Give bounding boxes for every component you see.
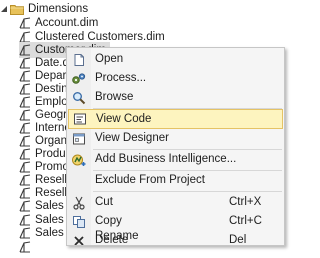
menu-item-label: Open xyxy=(95,53,124,65)
menu-item-label: View Code xyxy=(96,113,152,125)
process-icon xyxy=(68,69,90,88)
dimension-icon xyxy=(19,241,31,253)
menu-item-shortcut: Ctrl+X xyxy=(229,196,262,208)
menu-item-browse[interactable]: Browse xyxy=(68,88,283,107)
dimension-icon xyxy=(19,200,31,212)
menu-item-view-designer[interactable]: View Designer xyxy=(68,129,283,148)
menu-item-exclude-from-project[interactable]: Exclude From Project xyxy=(68,171,283,190)
menu-item-open[interactable]: Open xyxy=(68,50,283,69)
menu-separator xyxy=(93,191,282,192)
menu-item-process[interactable]: Process... xyxy=(68,69,283,88)
dimension-icon xyxy=(19,17,31,29)
menu-item-rename[interactable]: Rename xyxy=(68,227,283,245)
menu-item-label: Browse xyxy=(95,91,134,103)
menu-item-label: View Designer xyxy=(95,132,169,144)
view-code-icon xyxy=(69,110,91,129)
browse-icon xyxy=(68,88,90,107)
menu-item-view-code[interactable]: View Code xyxy=(68,109,283,129)
expand-chevron-icon[interactable] xyxy=(0,1,9,17)
menu-item-add-business-intelligence[interactable]: Add Business Intelligence... xyxy=(68,150,283,169)
business-intelligence-icon xyxy=(68,150,90,169)
tree-item-partial xyxy=(19,239,35,255)
context-menu: Open Process... Browse View Code View De… xyxy=(66,47,285,246)
menu-item-label: Add Business Intelligence... xyxy=(95,153,237,165)
view-designer-icon xyxy=(68,129,90,148)
cut-icon xyxy=(68,193,90,212)
menu-item-cut[interactable]: Cut Ctrl+X xyxy=(68,193,283,212)
menu-item-label: Process... xyxy=(95,72,147,84)
open-icon xyxy=(68,50,90,69)
menu-item-label: Cut xyxy=(95,196,113,208)
dimension-icon xyxy=(19,227,31,239)
menu-item-label: Exclude From Project xyxy=(95,174,205,186)
folder-icon xyxy=(10,4,24,15)
menu-item-label: Rename xyxy=(95,230,139,242)
